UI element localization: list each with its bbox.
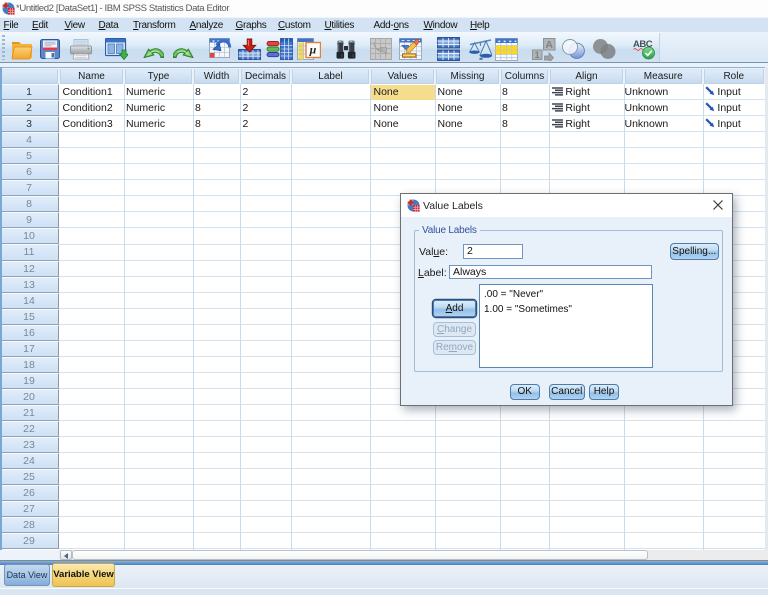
- svg-text:μ: μ: [309, 43, 317, 57]
- svg-text:A: A: [545, 39, 553, 51]
- svg-text:1: 1: [535, 50, 541, 61]
